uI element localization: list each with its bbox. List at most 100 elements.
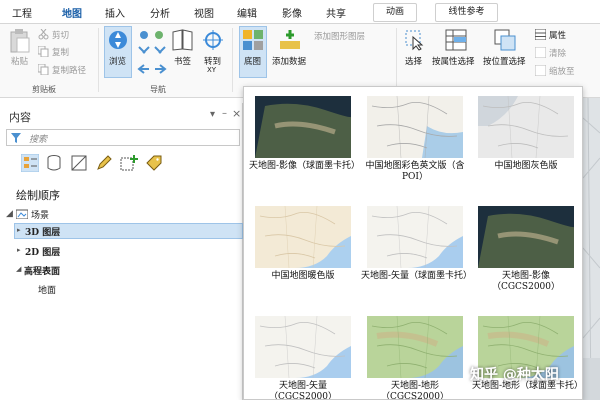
contents-pane: 内容 ▾ – × 搜索 绘制顺序 ◢ 场景 ▸ 3D 图层 ▸ 2D 图层 ◢ … [0,103,243,400]
tab-analysis[interactable]: 分析 [150,5,170,20]
attributes-icon [535,29,546,40]
bookmarks-button[interactable]: 书签 [174,55,191,67]
basemap-label: 中国地图彩色英文版（含POI） [365,161,465,182]
basemap-label: 底图 [244,57,262,67]
explore-label: 浏览 [109,57,127,67]
search-input[interactable]: 搜索 [6,129,240,146]
select-button[interactable]: 选择 [405,55,422,67]
tree-item-3d-layers[interactable]: 3D 图层 [25,225,60,238]
basemap-thumbnail [255,96,351,158]
basemap-label: 天地图-矢量（球面墨卡托） [361,271,473,281]
basemap-label: 天地图-影像（CGCS2000） [491,271,561,292]
goto-xy-icon [203,30,223,50]
copy-path-button[interactable]: 复制路径 [52,64,86,76]
basemap-thumbnail [255,316,351,378]
basemap-item[interactable]: 中国地图暖色版 [249,206,357,282]
tab-animation[interactable]: 动画 [373,3,417,22]
tree-item-elevation-surfaces[interactable]: 高程表面 [24,264,60,277]
basemap-item[interactable]: 天地图-影像（球面墨卡托） [249,96,361,172]
tab-edit[interactable]: 编辑 [237,5,257,20]
ribbon-tab-bar: 工程 地图 插入 分析 视图 编辑 影像 共享 动画 线性参考 [0,0,600,26]
clear-selection-button[interactable]: 清除 [549,47,566,59]
basemap-label: 天地图-矢量（CGCS2000） [268,381,338,400]
ribbon-separator [396,28,397,92]
add-graphics-layer-button[interactable]: 添加图形图层 [314,30,365,42]
tree-item-2d-layers[interactable]: 2D 图层 [25,245,60,258]
basemap-label: 天地图-影像（球面墨卡托） [249,161,361,171]
tab-map[interactable]: 地图 [60,5,84,26]
zoom-to-selection-button[interactable]: 缩放至 [549,65,575,77]
tab-view[interactable]: 视图 [194,5,214,20]
search-placeholder: 搜索 [29,135,48,145]
select-by-location-icon [494,29,516,51]
clear-selection-icon [535,47,546,58]
zoom-to-selection-icon [535,65,546,76]
add-data-button[interactable]: 添加数据 [272,55,306,67]
list-by-source-icon[interactable] [46,155,62,171]
cut-icon [38,29,49,40]
basemap-item[interactable]: 中国地图灰色版 [472,96,580,172]
map-view[interactable] [582,97,600,400]
cut-button[interactable]: 剪切 [52,29,69,41]
tab-insert[interactable]: 插入 [105,5,125,20]
basemap-item[interactable]: 天地图-地形（CGCS2000） [361,316,469,400]
add-data-icon [280,30,300,49]
expand-icon[interactable]: ◢ [6,209,13,219]
map-imagery [582,97,600,400]
basemap-thumbnail-frame [367,206,463,268]
tab-share[interactable]: 共享 [326,5,346,20]
basemap-thumbnail [255,206,351,268]
tree-item-ground[interactable]: 地面 [38,283,56,296]
basemap-thumbnail-frame [255,206,351,268]
basemap-label: 中国地图灰色版 [494,161,558,171]
navigate-group-label: 导航 [150,85,166,94]
tab-project[interactable]: 工程 [12,5,32,20]
attributes-button[interactable]: 属性 [549,29,566,41]
basemap-label: 中国地图暖色版 [271,271,335,281]
close-icon[interactable]: × [232,107,241,120]
chevron-down-icon[interactable]: ▾ [210,109,215,120]
basemap-thumbnail-frame [478,206,574,268]
basemap-thumbnail [367,206,463,268]
basemap-thumbnail [478,206,574,268]
select-by-attributes-button[interactable]: 按属性选择 [432,55,475,67]
pin-icon[interactable]: – [222,108,227,119]
select-by-location-button[interactable]: 按位置选择 [483,55,526,67]
list-by-selection-icon[interactable] [71,155,87,171]
watermark-text: 知乎 @种太阳 [470,367,559,383]
bookmarks-icon [172,29,193,51]
tab-linear-referencing[interactable]: 线性参考 [435,3,498,22]
basemap-item[interactable]: 中国地图彩色英文版（含POI） [361,96,469,183]
basemap-item[interactable]: 天地图-矢量（CGCS2000） [249,316,357,400]
basemap-thumbnail-frame [478,96,574,158]
list-by-drawing-order-icon[interactable] [21,154,39,172]
basemap-thumbnail [367,316,463,378]
zoom-tools-icon[interactable] [137,29,167,77]
basemap-thumbnail-frame [367,96,463,158]
select-by-attributes-icon [445,29,467,51]
list-by-labeling-icon[interactable] [146,155,162,171]
copy-button[interactable]: 复制 [52,46,69,58]
collapse-arrow-icon[interactable]: ▸ [17,226,21,234]
ribbon-separator [98,28,99,92]
paste-button[interactable]: 粘贴 [11,55,28,67]
copy-icon [38,46,49,57]
list-by-editing-icon[interactable] [96,155,112,171]
expand-icon[interactable]: ◢ [16,265,21,273]
basemap-thumbnail [478,96,574,158]
collapse-arrow-icon[interactable]: ▸ [17,246,21,254]
explore-icon [109,31,127,49]
tab-imagery[interactable]: 影像 [282,5,302,20]
basemap-thumbnail [367,96,463,158]
basemap-item[interactable]: 天地图-影像（CGCS2000） [472,206,580,293]
copy-path-icon [38,64,49,75]
basemap-thumbnail-frame [367,316,463,378]
basemap-label: 天地图-地形（CGCS2000） [380,381,450,400]
drawing-order-heading: 绘制顺序 [16,189,60,202]
basemap-icon [243,30,263,50]
tree-item-scene[interactable]: 场景 [31,208,49,221]
basemap-item[interactable]: 天地图-矢量（球面墨卡托） [361,206,473,282]
list-by-snapping-icon[interactable] [120,155,138,171]
select-icon [405,30,424,51]
clipboard-group-label: 剪贴板 [32,85,56,94]
